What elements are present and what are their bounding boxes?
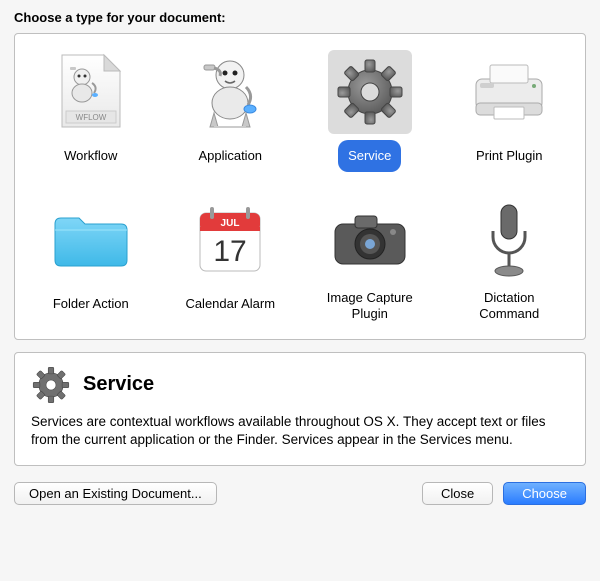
type-image-capture-plugin[interactable]: Image Capture Plugin	[304, 198, 436, 325]
type-service[interactable]: Service	[304, 50, 436, 172]
printer-icon	[467, 50, 551, 134]
type-calendar-alarm-label: Calendar Alarm	[175, 288, 285, 320]
type-application[interactable]: Application	[165, 50, 297, 172]
open-existing-button[interactable]: Open an Existing Document...	[14, 482, 217, 505]
close-button[interactable]: Close	[422, 482, 493, 505]
detail-panel: Service Services are contextual workflow…	[14, 352, 586, 466]
folder-icon	[49, 198, 133, 282]
detail-description: Services are contextual workflows availa…	[31, 413, 569, 449]
svg-text:WFLOW: WFLOW	[75, 113, 106, 122]
type-folder-action[interactable]: Folder Action	[25, 198, 157, 325]
type-application-label: Application	[188, 140, 272, 172]
camera-icon	[328, 198, 412, 282]
choose-button[interactable]: Choose	[503, 482, 586, 505]
type-workflow[interactable]: WFLOW Workflow	[25, 50, 157, 172]
type-workflow-label: Workflow	[54, 140, 127, 172]
type-print-plugin-label: Print Plugin	[466, 140, 552, 172]
type-image-capture-plugin-label: Image Capture Plugin	[304, 288, 436, 325]
calendar-icon: JUL 17	[188, 198, 272, 282]
type-calendar-alarm[interactable]: JUL 17 Calendar Alarm	[165, 198, 297, 325]
document-type-grid: WFLOW Workflow	[14, 33, 586, 340]
workflow-icon: WFLOW	[49, 50, 133, 134]
application-icon	[188, 50, 272, 134]
detail-title: Service	[83, 373, 154, 396]
type-print-plugin[interactable]: Print Plugin	[444, 50, 576, 172]
page-title: Choose a type for your document:	[14, 10, 586, 25]
svg-text:17: 17	[214, 235, 247, 268]
type-dictation-command-label: Dictation Command	[444, 288, 576, 325]
type-service-label: Service	[338, 140, 401, 172]
microphone-icon	[467, 198, 551, 282]
detail-gear-icon	[31, 365, 71, 405]
service-gear-icon	[328, 50, 412, 134]
type-dictation-command[interactable]: Dictation Command	[444, 198, 576, 325]
type-folder-action-label: Folder Action	[43, 288, 139, 320]
button-row: Open an Existing Document... Close Choos…	[14, 482, 586, 505]
svg-text:JUL: JUL	[221, 218, 240, 229]
